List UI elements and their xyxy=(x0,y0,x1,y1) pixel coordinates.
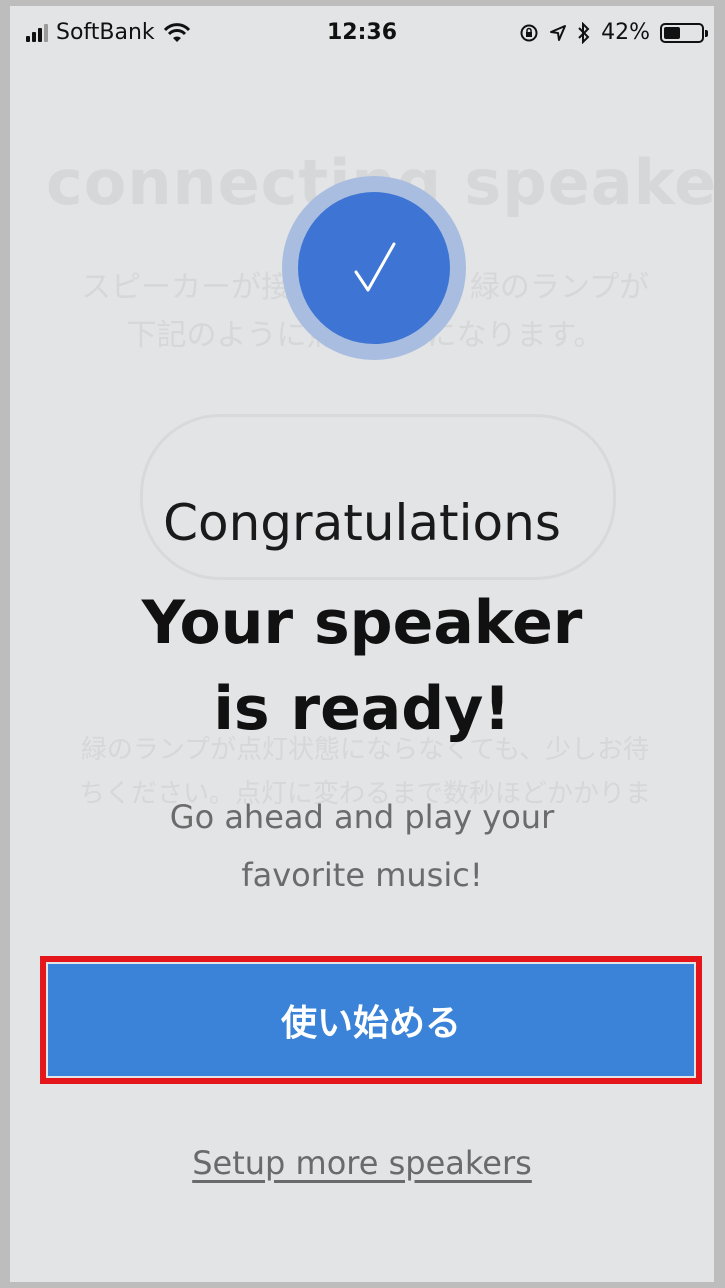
checkmark-icon xyxy=(298,192,450,344)
setup-more-speakers-link[interactable]: Setup more speakers xyxy=(10,1144,714,1182)
app-screen: SoftBank 12:36 42% connecting speake 緑のラ… xyxy=(10,6,714,1282)
start-using-button[interactable]: 使い始める xyxy=(48,964,694,1076)
headline-line1: Your speaker xyxy=(141,588,583,658)
success-check-badge xyxy=(282,176,466,360)
subtitle-line2: favorite music! xyxy=(241,856,483,894)
subtitle-line1: Go ahead and play your xyxy=(169,798,555,836)
congratulations-text: Congratulations xyxy=(163,494,561,552)
headline-line2: is ready! xyxy=(213,674,511,744)
